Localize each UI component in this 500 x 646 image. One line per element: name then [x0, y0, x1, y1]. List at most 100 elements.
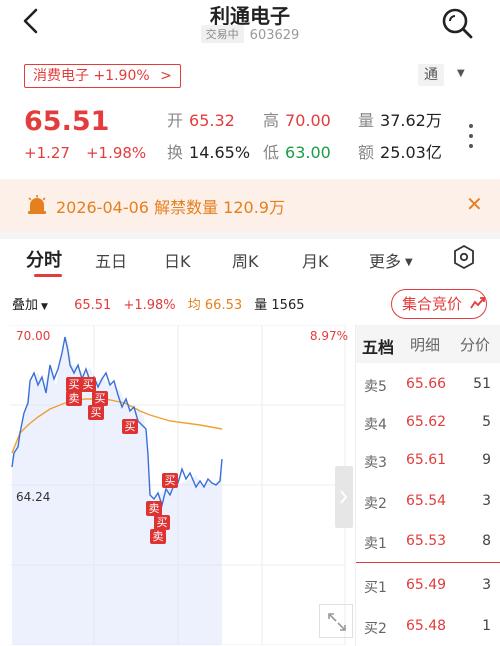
ask-row: 卖5 65.66 51 [356, 370, 500, 400]
call-auction-button[interactable]: 集合竞价 [391, 289, 487, 319]
current-price: 65.51 [24, 106, 110, 137]
bid-volume: 1 [482, 618, 491, 634]
intraday-volume: 量 1565 [254, 298, 305, 313]
intraday-chart[interactable]: 70.00 8.97% 64.24 买 买 买 卖 买 买 买 卖 买 卖 [10, 325, 355, 645]
trade-marker: 买 [88, 405, 104, 420]
overlay-dropdown[interactable]: 叠加 ▼ [12, 298, 56, 313]
call-auction-label: 集合竞价 [402, 295, 463, 313]
tab-more[interactable]: 更多 ▼ [369, 248, 413, 272]
ask-volume: 5 [482, 414, 491, 430]
volume-value: 37.62万 [380, 111, 442, 130]
low-value: 63.00 [285, 143, 331, 162]
tab-five-levels[interactable]: 五档 [362, 334, 394, 358]
caret-down-icon: ▼ [405, 257, 413, 268]
bid-row: 买2 65.48 1 [356, 612, 500, 642]
close-icon[interactable]: ✕ [466, 192, 483, 216]
bid-label: 买2 [364, 621, 387, 637]
active-tab-indicator [34, 274, 62, 277]
chart-top-percent: 8.97% [310, 329, 348, 343]
chart-period-tabs: 分时 五日 日K 周K 月K 更多 ▼ [0, 244, 500, 274]
ask-volume: 8 [482, 533, 491, 549]
open-value: 65.32 [189, 111, 235, 130]
caret-down-icon[interactable]: ▼ [457, 68, 465, 79]
trade-marker: 买 [66, 377, 82, 392]
turnover-value: 14.65% [189, 143, 251, 162]
tab-monthly-k[interactable]: 月K [302, 248, 329, 272]
ask-volume: 9 [482, 452, 491, 468]
vertical-dots-icon[interactable] [467, 124, 475, 154]
tab-more-label: 更多 [369, 252, 402, 271]
ask-label: 卖5 [364, 379, 387, 395]
intraday-price: 65.51 [74, 298, 112, 313]
order-book-panel: 五档 明细 分价 卖5 65.66 51 卖4 65.62 5 卖3 65.61 9 卖2 6… [355, 325, 500, 646]
price-change: +1.27 +1.98% [24, 144, 146, 162]
svg-text:卖: 卖 [153, 530, 164, 543]
trade-marker: 买 [92, 391, 108, 406]
svg-text:买: 买 [83, 378, 94, 391]
svg-text:买: 买 [157, 516, 168, 529]
header: 利通电子 交易中 603629 [0, 0, 500, 50]
ask-label: 卖4 [364, 417, 387, 433]
trade-marker: 买 [154, 515, 170, 530]
search-icon[interactable] [440, 6, 474, 40]
tab-details[interactable]: 明细 [410, 334, 440, 355]
svg-text:买: 买 [91, 406, 102, 419]
svg-text:买: 买 [69, 378, 80, 391]
sector-label: 消费电子 +1.90% [33, 68, 150, 84]
quote-column-1: 开 65.32 换 14.65% [167, 108, 250, 172]
chevron-right-icon [340, 490, 348, 504]
hexagon-settings-icon[interactable] [452, 244, 476, 270]
trade-marker: 买 [80, 377, 96, 392]
stat-label: 量 [358, 111, 375, 130]
ask-price: 65.61 [406, 452, 447, 468]
stat-label: 换 [167, 143, 184, 162]
bid-volume: 3 [482, 577, 491, 593]
trading-status-badge: 交易中 [200, 25, 244, 43]
ask-price: 65.66 [406, 376, 447, 392]
svg-text:买: 买 [165, 474, 176, 487]
ask-volume: 51 [473, 376, 491, 392]
bell-icon [28, 195, 46, 214]
order-book-divider [356, 562, 500, 563]
tab-daily-k[interactable]: 日K [164, 248, 191, 272]
notice-text: 2026-04-06 解禁数量 120.9万 [56, 198, 285, 217]
stock-subtitle: 交易中 603629 [0, 25, 500, 43]
bid-price: 65.49 [406, 577, 447, 593]
ask-row: 卖4 65.62 5 [356, 408, 500, 438]
ask-label: 卖1 [364, 536, 387, 552]
svg-text:买: 买 [95, 392, 106, 405]
svg-text:卖: 卖 [149, 502, 160, 515]
tab-five-day[interactable]: 五日 [95, 248, 127, 272]
ask-row: 卖2 65.54 3 [356, 487, 500, 517]
tab-price-distribution[interactable]: 分价 [460, 334, 490, 355]
collapse-panel-handle[interactable] [335, 466, 353, 528]
tab-intraday[interactable]: 分时 [26, 246, 62, 272]
unlock-notice-banner[interactable]: 2026-04-06 解禁数量 120.9万 ✕ [0, 179, 500, 231]
trade-marker: 卖 [150, 529, 166, 544]
market-switch-button[interactable]: 通 [418, 64, 444, 86]
bid-price: 65.48 [406, 618, 447, 634]
tab-weekly-k[interactable]: 周K [232, 248, 259, 272]
ask-volume: 3 [482, 493, 491, 509]
stat-label: 开 [167, 111, 184, 130]
stat-label: 额 [358, 143, 375, 162]
intraday-percent: +1.98% [123, 298, 176, 313]
trade-marker: 卖 [146, 501, 162, 516]
stat-label: 低 [263, 143, 280, 162]
change-percent: +1.98% [85, 144, 147, 162]
caret-down-icon: ▼ [41, 302, 48, 312]
quote-column-2: 高 70.00 低 63.00 [263, 108, 331, 172]
average-price: 均 66.53 [187, 298, 243, 313]
ask-price: 65.62 [406, 414, 447, 430]
stat-label: 高 [263, 111, 280, 130]
trade-marker: 买 [122, 419, 138, 434]
svg-text:卖: 卖 [69, 392, 80, 405]
chart-low-price: 64.24 [16, 490, 50, 504]
expand-icon[interactable] [319, 604, 353, 638]
stock-code: 603629 [249, 28, 300, 43]
sector-tag-button[interactable]: 消费电子 +1.90% > [24, 64, 181, 88]
amount-value: 25.03亿 [380, 143, 442, 162]
section-divider [0, 231, 500, 239]
svg-text:买: 买 [125, 420, 136, 433]
chart-top-price: 70.00 [16, 329, 50, 343]
